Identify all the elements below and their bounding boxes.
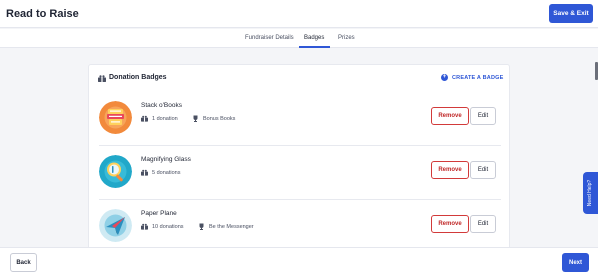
donation-count-label: 5 donations bbox=[152, 169, 181, 176]
magnifying-glass-icon bbox=[99, 155, 132, 188]
donation-count: 5 donations bbox=[141, 169, 180, 176]
trophy-icon bbox=[193, 115, 198, 122]
card-title: Donation Badges bbox=[109, 74, 167, 81]
create-badge-label: CREATE A BADGE bbox=[452, 74, 504, 81]
badge-name: Stack o'Books bbox=[141, 102, 182, 109]
donation-count-label: 1 donation bbox=[152, 115, 178, 122]
badge-row: Magnifying Glass 5 donations Remove Edit bbox=[99, 147, 501, 201]
need-help-label-wrap: Need Help? bbox=[583, 172, 598, 214]
row-divider bbox=[99, 199, 501, 200]
bonus-label: Bonus Books bbox=[203, 115, 236, 122]
card-header: Donation Badges + CREATE A BADGE bbox=[89, 65, 509, 89]
donation-count: 1 donation bbox=[141, 115, 178, 122]
save-exit-button[interactable]: Save & Exit bbox=[549, 4, 593, 23]
books-icon bbox=[99, 101, 132, 134]
top-bar: Read to Raise Save & Exit bbox=[0, 0, 598, 28]
gift-icon bbox=[98, 75, 106, 82]
edit-button[interactable]: Edit bbox=[470, 215, 496, 233]
edit-button[interactable]: Edit bbox=[470, 161, 496, 179]
active-tab-indicator bbox=[299, 46, 330, 48]
remove-button[interactable]: Remove bbox=[431, 161, 469, 179]
tab-bar: Fundraiser Details Badges Prizes bbox=[0, 29, 598, 48]
tab-fundraiser-details[interactable]: Fundraiser Details bbox=[245, 35, 294, 41]
gift-icon bbox=[141, 115, 148, 122]
badge-name: Magnifying Glass bbox=[141, 156, 191, 163]
badge-name: Paper Plane bbox=[141, 210, 177, 217]
need-help-label: Need Help? bbox=[587, 179, 594, 207]
trophy-icon bbox=[199, 223, 204, 230]
gift-icon bbox=[141, 223, 148, 230]
back-button[interactable]: Back bbox=[10, 253, 37, 272]
bonus-item: Be the Messenger bbox=[198, 223, 254, 230]
footer-bar: Back Next bbox=[0, 247, 598, 275]
tab-prizes[interactable]: Prizes bbox=[338, 35, 355, 41]
badge-row: Stack o'Books 1 donation Bonus Books Rem… bbox=[99, 93, 501, 147]
donation-count: 10 donations bbox=[141, 223, 184, 230]
remove-button[interactable]: Remove bbox=[431, 107, 469, 125]
row-divider bbox=[99, 145, 501, 146]
create-badge-link[interactable]: + CREATE A BADGE bbox=[441, 74, 504, 81]
donation-count-label: 10 donations bbox=[152, 223, 184, 230]
tab-badges[interactable]: Badges bbox=[304, 35, 324, 41]
page-title: Read to Raise bbox=[6, 8, 79, 20]
gift-icon bbox=[141, 169, 148, 176]
donation-badges-card: Donation Badges + CREATE A BADGE Stack o… bbox=[88, 64, 510, 254]
bonus-item: Bonus Books bbox=[192, 115, 235, 122]
next-button[interactable]: Next bbox=[562, 253, 589, 272]
edit-button[interactable]: Edit bbox=[470, 107, 496, 125]
plus-icon: + bbox=[441, 74, 448, 81]
bonus-label: Be the Messenger bbox=[209, 223, 254, 230]
remove-button[interactable]: Remove bbox=[431, 215, 469, 233]
paper-plane-icon bbox=[99, 209, 132, 242]
